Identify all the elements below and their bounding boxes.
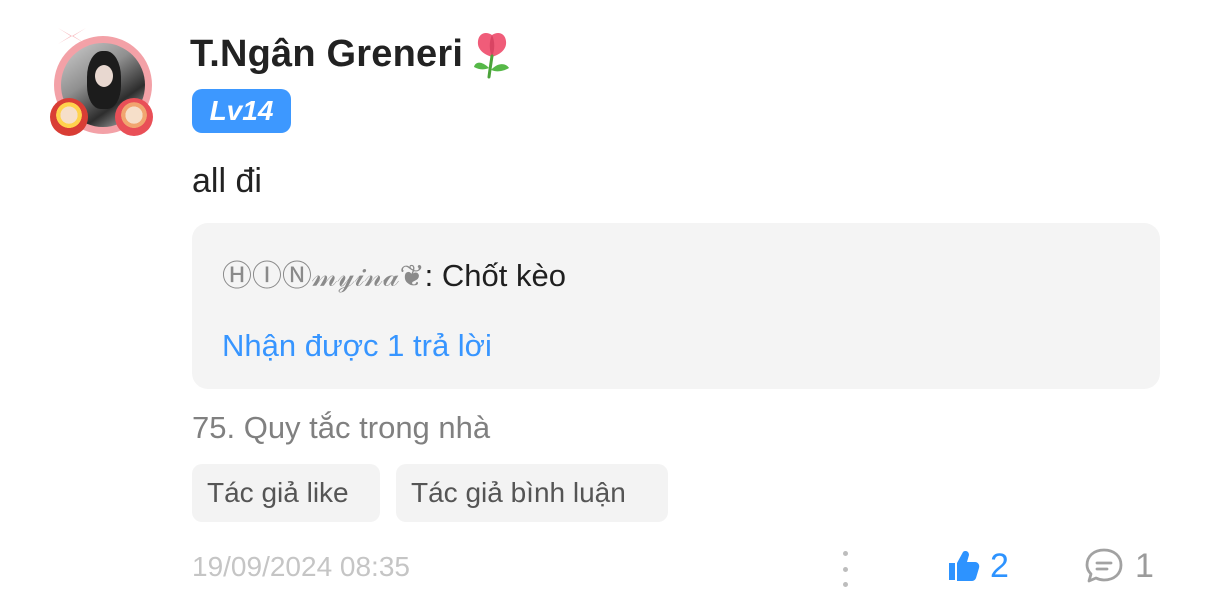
avatar-face-shape [95, 65, 113, 87]
like-button[interactable]: 2 [944, 546, 1009, 586]
reply-count-link[interactable]: Nhận được 1 trả lời [222, 326, 492, 366]
reply-message: Chốt kèo [433, 256, 566, 296]
reply-separator: : [424, 258, 434, 293]
avatar-chibi-left-decoration [50, 98, 88, 136]
more-dot [842, 566, 848, 572]
comment-card: T.Ngân Greneri Lv14 all đi ⒽⒾⓃ𝓂𝓎𝒾𝓃𝒶❦ : C… [0, 0, 1220, 600]
avatar-bow-decoration [58, 28, 86, 44]
tulip-icon [474, 33, 510, 79]
username-row: T.Ngân Greneri [190, 29, 513, 79]
username[interactable]: T.Ngân Greneri [190, 32, 463, 76]
more-vertical-icon[interactable] [837, 551, 853, 587]
author-comment-chip: Tác giả bình luận [396, 464, 668, 522]
more-dot [842, 551, 848, 556]
reply-message-text: Chốt kèo [441, 258, 566, 293]
comment-bubble-icon [1085, 548, 1123, 583]
story-tag[interactable]: 75. Quy tắc trong nhà [192, 408, 490, 448]
comment-button[interactable]: 1 [1083, 546, 1154, 586]
comment-count: 1 [1135, 547, 1154, 585]
thumbs-up-icon [949, 551, 980, 581]
author-like-chip: Tác giả like [192, 464, 380, 522]
comment-timestamp: 19/09/2024 08:35 [192, 551, 410, 582]
reply-author[interactable]: ⒽⒾⓃ𝓂𝓎𝒾𝓃𝒶❦ [222, 257, 425, 297]
avatar-chibi-right-decoration [115, 98, 153, 136]
reply-preview-box[interactable]: ⒽⒾⓃ𝓂𝓎𝒾𝓃𝒶❦ : Chốt kèo Nhận được 1 trả lời [192, 223, 1160, 389]
like-count: 2 [990, 547, 1009, 585]
more-dot [842, 582, 848, 587]
reply-preview-line: ⒽⒾⓃ𝓂𝓎𝒾𝓃𝒶❦ : Chốt kèo [222, 256, 566, 297]
user-avatar[interactable] [50, 28, 160, 138]
level-badge: Lv14 [192, 89, 291, 133]
author-chip-list: Tác giả like Tác giả bình luận [192, 464, 668, 522]
comment-body: all đi [192, 162, 262, 200]
